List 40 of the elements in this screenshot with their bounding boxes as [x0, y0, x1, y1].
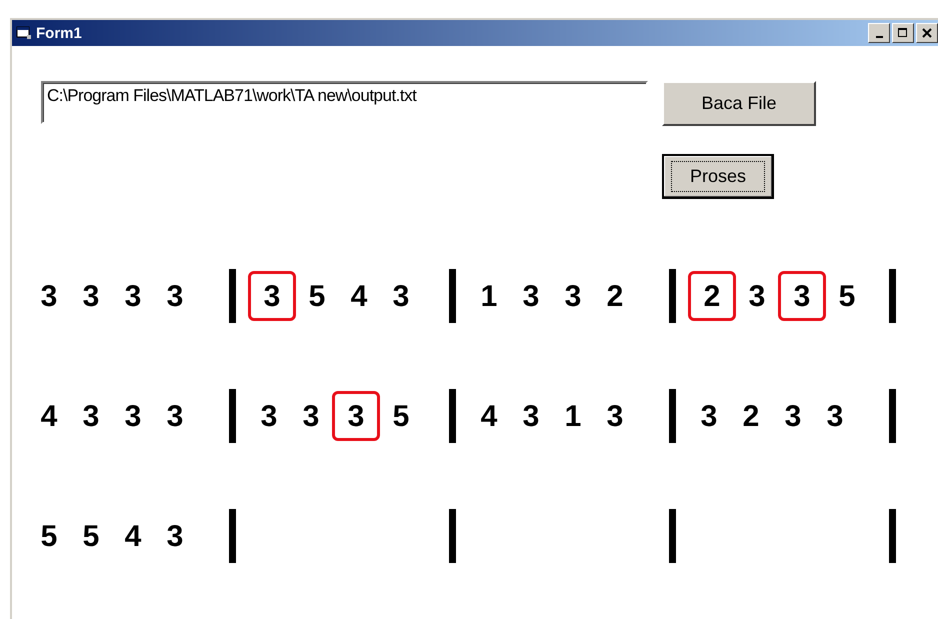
- note-number: 3: [522, 399, 540, 435]
- note-number: 2: [742, 399, 760, 435]
- note-number: 3: [332, 391, 380, 441]
- note-number: 5: [82, 519, 100, 555]
- note-number: 3: [302, 399, 320, 435]
- note-number: 3: [82, 399, 100, 435]
- note-number: 3: [392, 279, 410, 315]
- note-number: 3: [564, 279, 582, 315]
- note-number: 5: [392, 399, 410, 435]
- note-number: 5: [838, 279, 856, 315]
- file-path-field[interactable]: C:\Program Files\MATLAB71\work\TA new\output.txt: [41, 81, 648, 124]
- note-number: 3: [778, 271, 826, 321]
- note-number: 3: [748, 279, 766, 315]
- action-button[interactable]: Proses: [662, 154, 774, 199]
- note-number: 3: [40, 279, 58, 315]
- action-button[interactable]: Baca File: [662, 81, 816, 126]
- note-number: 4: [40, 399, 58, 435]
- note-number: 1: [564, 399, 582, 435]
- note-number: 4: [124, 519, 142, 555]
- note-number: 3: [260, 399, 278, 435]
- note-number: 3: [522, 279, 540, 315]
- note-number: 5: [40, 519, 58, 555]
- note-number: 3: [248, 271, 296, 321]
- note-number: 3: [124, 399, 142, 435]
- note-number: 2: [606, 279, 624, 315]
- note-number: 3: [166, 279, 184, 315]
- note-number: 3: [166, 399, 184, 435]
- note-number: 3: [700, 399, 718, 435]
- note-number: 3: [166, 519, 184, 555]
- note-number: 3: [82, 279, 100, 315]
- note-number: 2: [688, 271, 736, 321]
- note-number: 3: [124, 279, 142, 315]
- note-number: 4: [350, 279, 368, 315]
- note-number: 3: [784, 399, 802, 435]
- note-number: 3: [826, 399, 844, 435]
- note-number: 1: [480, 279, 498, 315]
- window-title: Form1: [36, 24, 82, 42]
- note-number: 3: [606, 399, 624, 435]
- note-number: 5: [308, 279, 326, 315]
- note-number: 4: [480, 399, 498, 435]
